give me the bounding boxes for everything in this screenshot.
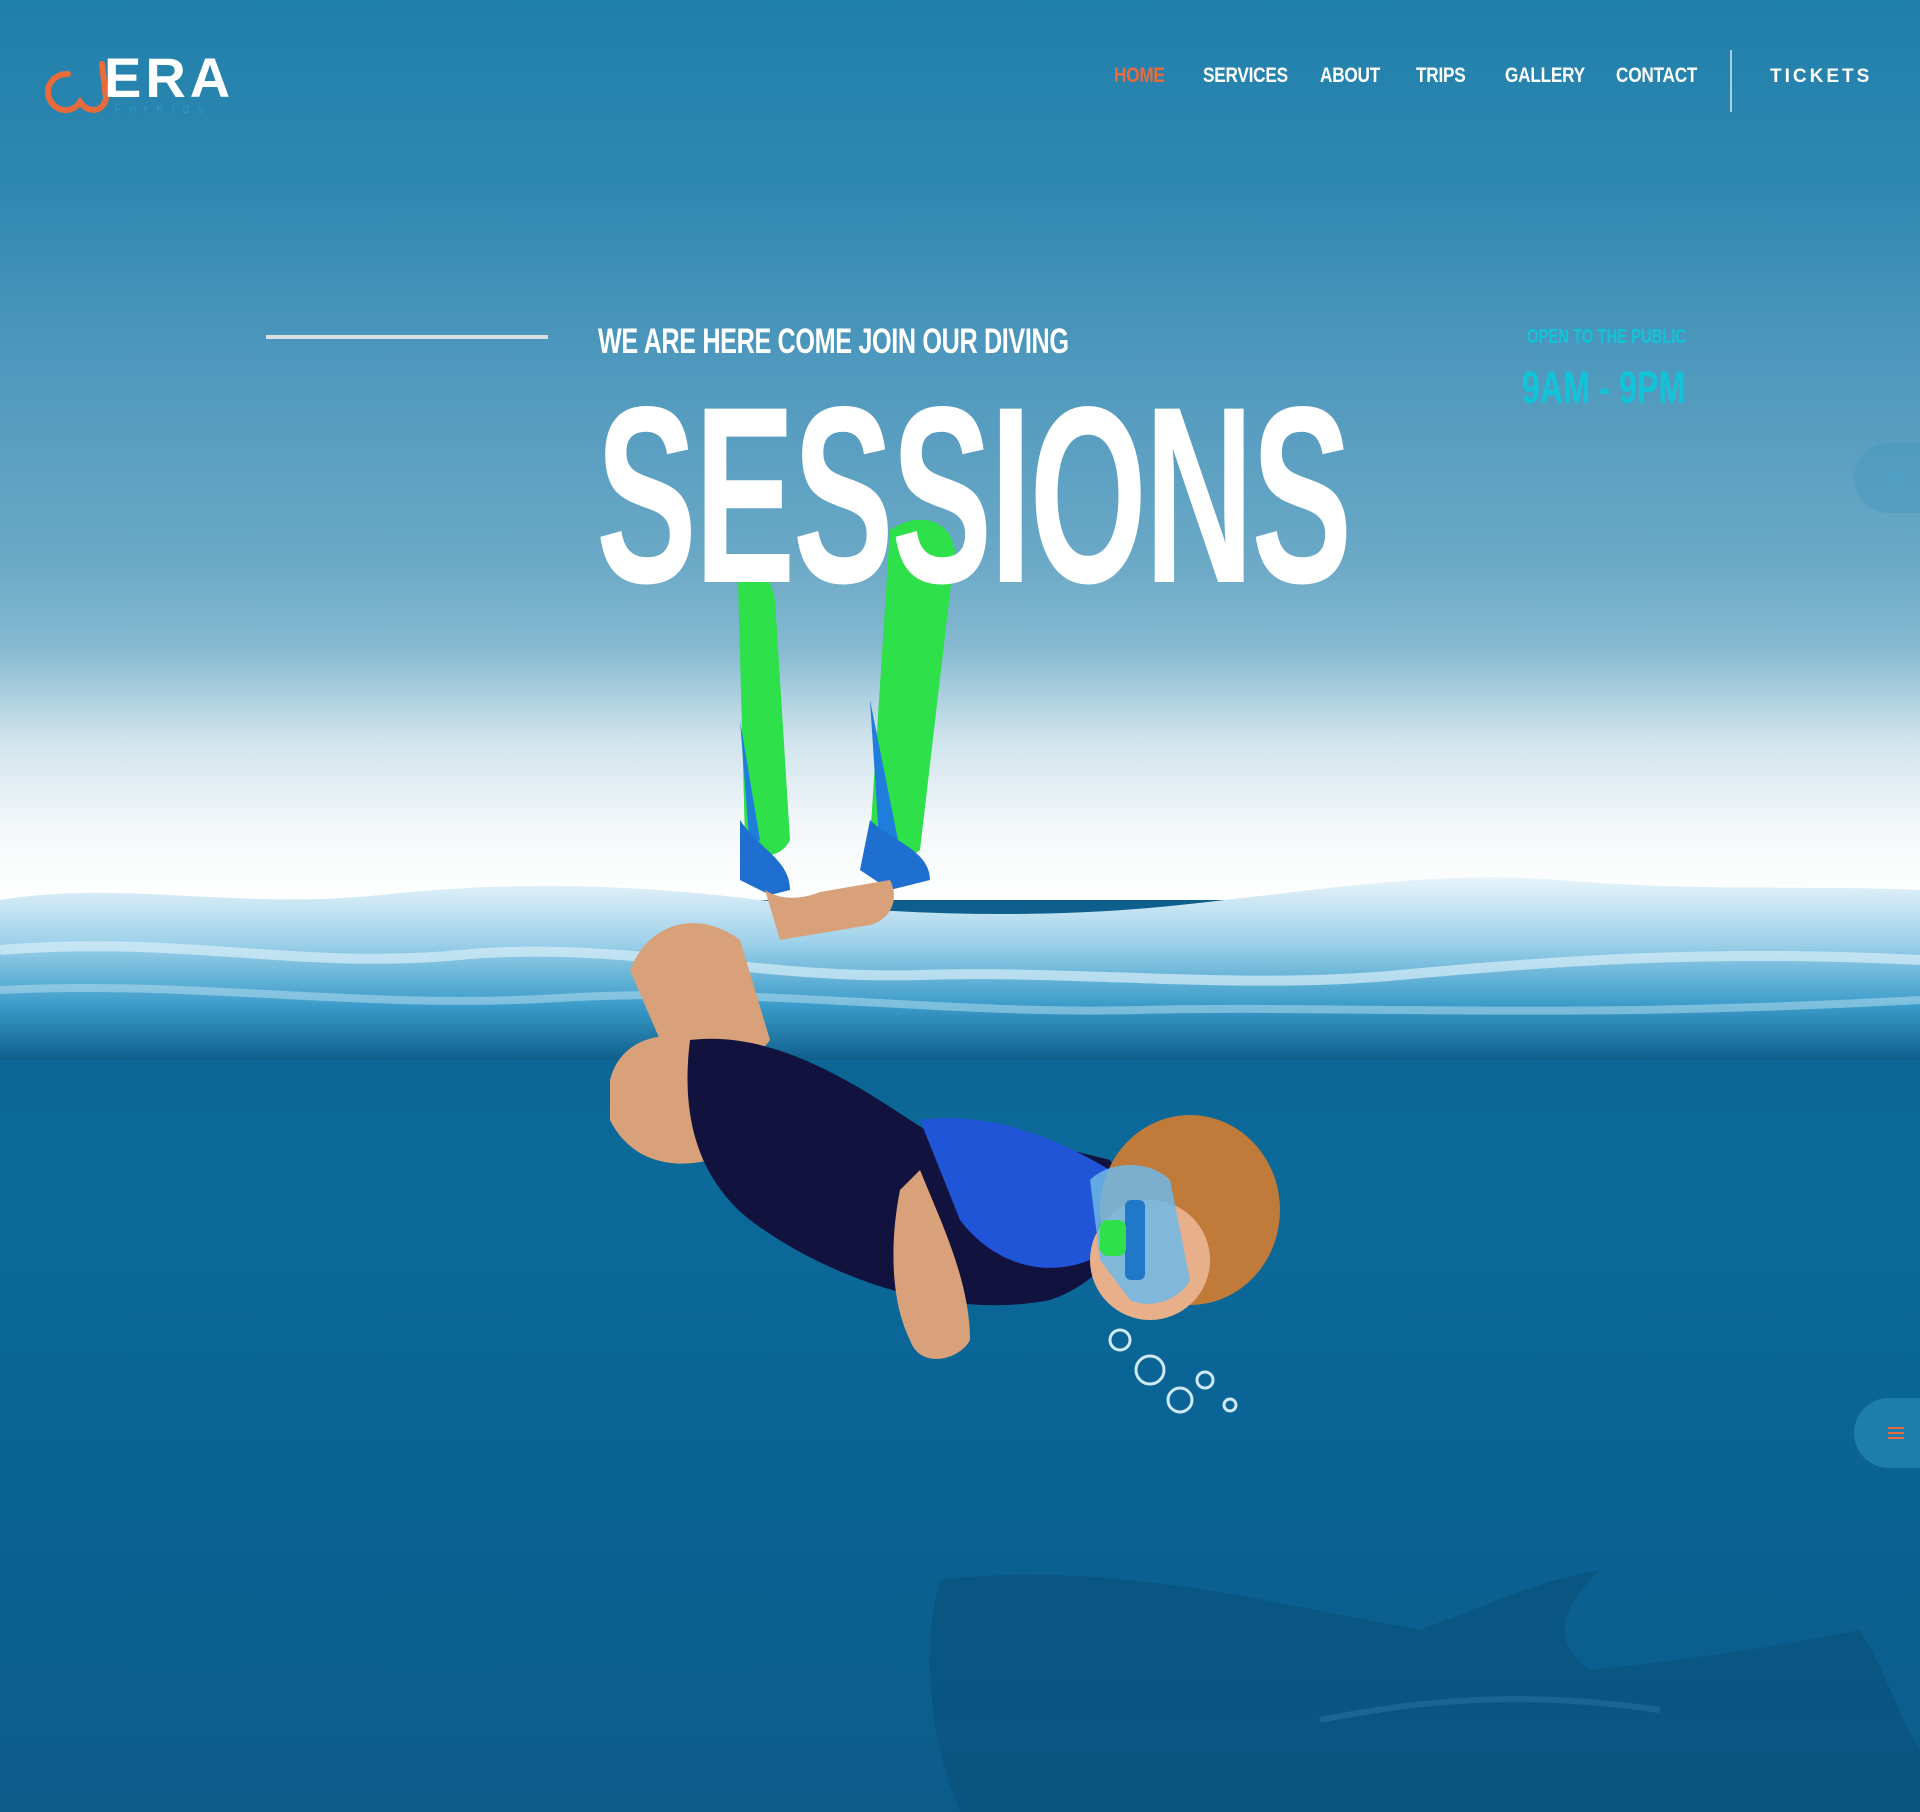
- logo-subtitle: ForKids: [114, 102, 212, 116]
- nav-item-home[interactable]: HOME: [1114, 64, 1165, 88]
- side-menu-button-bottom[interactable]: [1854, 1398, 1920, 1468]
- nav-item-gallery[interactable]: GALLERY: [1505, 64, 1585, 88]
- child-diver-illustration: [610, 520, 1280, 1414]
- menu-icon: [1888, 472, 1904, 484]
- hero-background: [0, 0, 1920, 1812]
- main-navigation: HOME SERVICES ABOUT TRIPS GALLERY CONTAC…: [0, 64, 1920, 94]
- hero-accent-line: [266, 335, 548, 339]
- whale-shark-silhouette: [929, 1570, 1920, 1812]
- tickets-button[interactable]: TICKETS: [1770, 66, 1872, 88]
- open-hours: 9AM - 9PM: [1522, 362, 1686, 413]
- nav-item-services[interactable]: SERVICES: [1203, 64, 1288, 88]
- menu-icon: [1888, 1427, 1904, 1439]
- open-label: OPEN TO THE PUBLIC: [1526, 326, 1686, 348]
- side-menu-button-top[interactable]: [1854, 443, 1920, 513]
- nav-divider: [1730, 50, 1732, 112]
- nav-item-about[interactable]: ABOUT: [1320, 64, 1380, 88]
- nav-item-contact[interactable]: CONTACT: [1616, 64, 1697, 88]
- hero-title: SESSIONS: [596, 355, 1352, 636]
- nav-item-trips[interactable]: TRIPS: [1416, 64, 1466, 88]
